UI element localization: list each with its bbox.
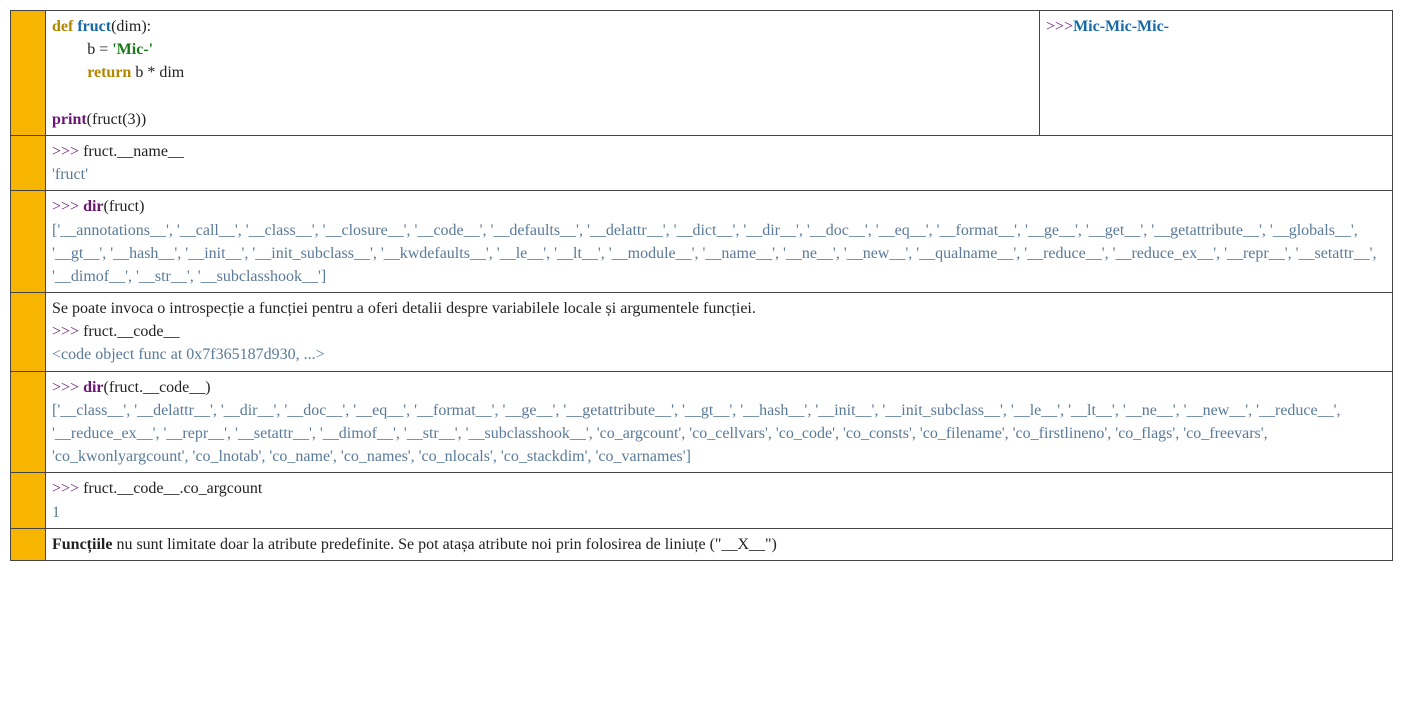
row-marker <box>11 371 46 473</box>
code-block: def fruct(dim): b = 'Mic-' return b * di… <box>52 15 1033 131</box>
code-cell: >>> dir(fruct.__code__) ['__class__', '_… <box>46 371 1393 473</box>
code-cell: Se poate invoca o introspecție a funcție… <box>46 293 1393 372</box>
bold-lead: Funcțiile <box>52 536 112 553</box>
table-row: >>> dir(fruct.__code__) ['__class__', '_… <box>11 371 1393 473</box>
row-marker <box>11 528 46 560</box>
table-row: >>> dir(fruct) ['__annotations__', '__ca… <box>11 191 1393 293</box>
builtin-dir: dir <box>83 198 103 215</box>
table-row: Se poate invoca o introspecție a funcție… <box>11 293 1393 372</box>
code-cell: >>> dir(fruct) ['__annotations__', '__ca… <box>46 191 1393 293</box>
output-line: 'fruct' <box>52 163 1386 186</box>
code-cell: >>> fruct.__code__.co_argcount 1 <box>46 473 1393 528</box>
repl-prompt: >>> <box>1046 18 1073 35</box>
code-cell: Funcțiile nu sunt limitate doar la atrib… <box>46 528 1393 560</box>
expression: fruct.__code__.co_argcount <box>83 480 262 497</box>
table-row: >>> fruct.__name__ 'fruct' <box>11 135 1393 190</box>
output-line: ['__class__', '__delattr__', '__dir__', … <box>52 399 1386 469</box>
row-marker <box>11 293 46 372</box>
print-call: print <box>52 111 87 128</box>
output-value: Mic-Mic-Mic- <box>1073 18 1169 35</box>
dir-args: (fruct.__code__) <box>104 379 211 396</box>
row-marker <box>11 473 46 528</box>
code-line: >>> fruct.__code__ <box>52 320 1386 343</box>
repl-prompt: >>> <box>52 379 83 396</box>
row-marker <box>11 191 46 293</box>
code-line: >>> dir(fruct.__code__) <box>52 376 1386 399</box>
string-literal: 'Mic-' <box>112 41 153 58</box>
output-line: 1 <box>52 501 1386 524</box>
table-row: >>> fruct.__code__.co_argcount 1 <box>11 473 1393 528</box>
row-marker <box>11 135 46 190</box>
keyword-return: return <box>87 64 131 81</box>
print-args: (fruct(3)) <box>87 111 147 128</box>
repl-prompt: >>> <box>52 480 83 497</box>
keyword-def: def <box>52 18 73 35</box>
expression: fruct.__name__ <box>83 143 184 160</box>
repl-prompt: >>> <box>52 198 83 215</box>
code-examples-table: def fruct(dim): b = 'Mic-' return b * di… <box>10 10 1393 561</box>
output-line: ['__annotations__', '__call__', '__class… <box>52 219 1386 289</box>
code-line: >>> fruct.__code__.co_argcount <box>52 477 1386 500</box>
repl-prompt: >>> <box>52 323 83 340</box>
description-text: nu sunt limitate doar la atribute predef… <box>112 536 776 553</box>
return-expr: b * dim <box>131 64 184 81</box>
function-name: fruct <box>77 18 111 35</box>
params: (dim): <box>111 18 151 35</box>
dir-args: (fruct) <box>104 198 145 215</box>
table-row: Funcțiile nu sunt limitate doar la atrib… <box>11 528 1393 560</box>
code-cell: >>> fruct.__name__ 'fruct' <box>46 135 1393 190</box>
description-text: Se poate invoca o introspecție a funcție… <box>52 297 1386 320</box>
output-line: <code object func at 0x7f365187d930, ...… <box>52 343 1386 366</box>
builtin-dir: dir <box>83 379 103 396</box>
code-line: >>> fruct.__name__ <box>52 140 1386 163</box>
output-cell: >>>Mic-Mic-Mic- <box>1040 11 1393 136</box>
repl-prompt: >>> <box>52 143 83 160</box>
code-line: >>> dir(fruct) <box>52 195 1386 218</box>
assign: b = <box>87 41 112 58</box>
code-cell: def fruct(dim): b = 'Mic-' return b * di… <box>46 11 1040 136</box>
row-marker <box>11 11 46 136</box>
table-row: def fruct(dim): b = 'Mic-' return b * di… <box>11 11 1393 136</box>
expression: fruct.__code__ <box>83 323 179 340</box>
